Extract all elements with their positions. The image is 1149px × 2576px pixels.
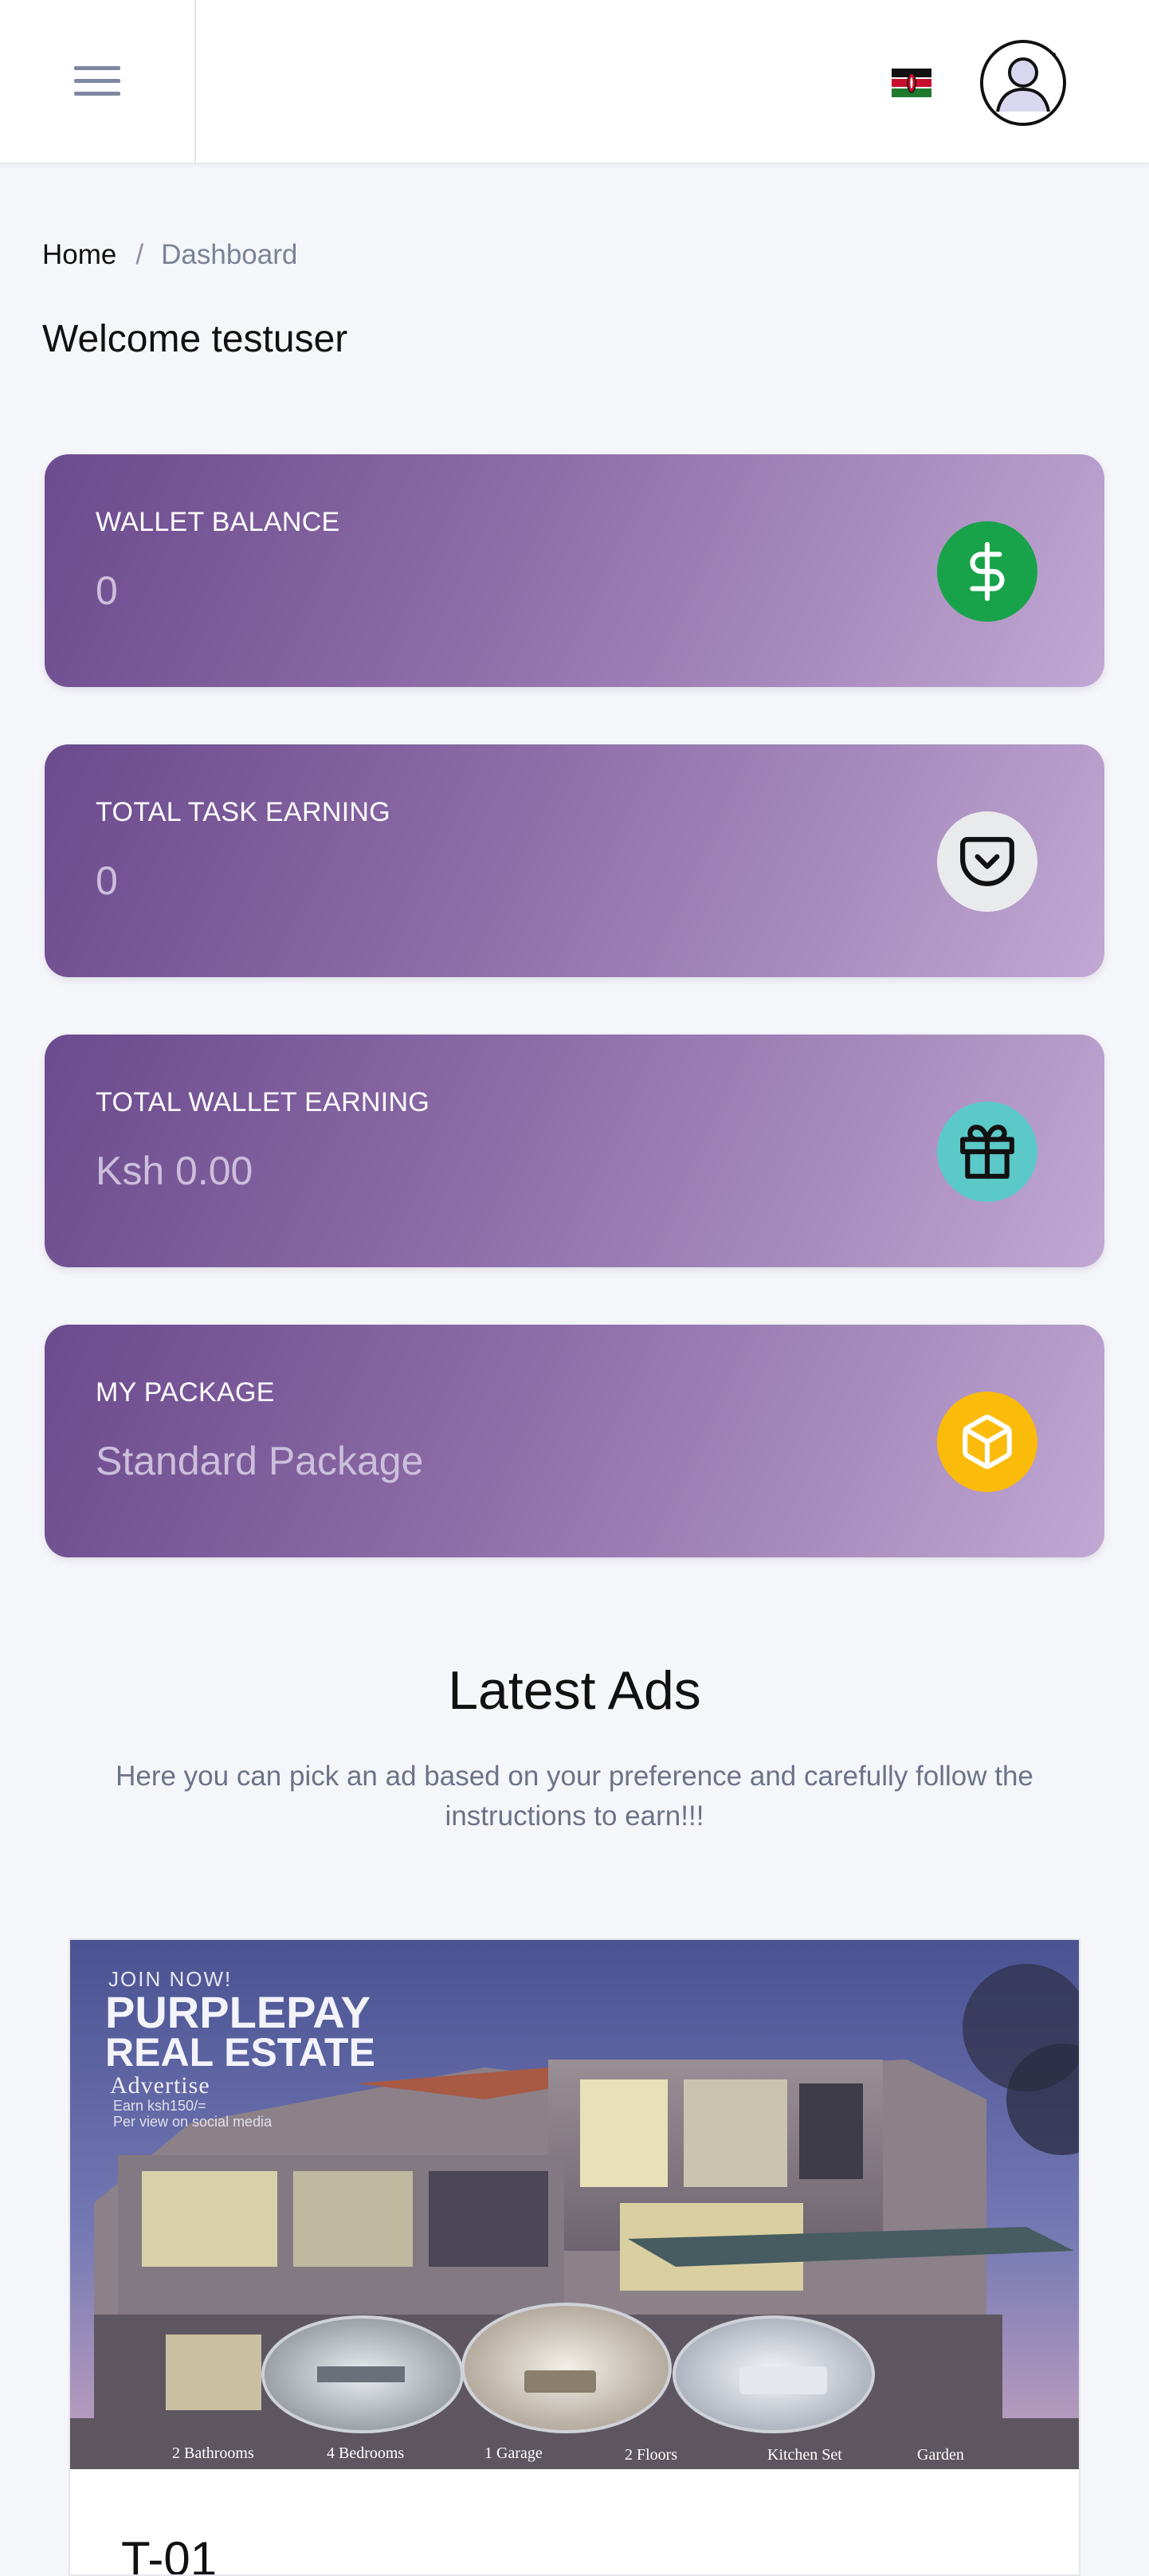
dollar-icon [937, 521, 1037, 622]
card-label: TOTAL WALLET EARNING [96, 1087, 430, 1117]
user-avatar-icon [983, 43, 1063, 123]
menu-toggle-button[interactable] [0, 0, 196, 163]
ad-banner-image: JOIN NOW! PURPLEPAY REAL ESTATE Advertis… [70, 1940, 1079, 2469]
card-label: WALLET BALANCE [96, 507, 340, 537]
online-indicator-dot [1052, 53, 1056, 57]
svg-text:2 Floors: 2 Floors [625, 2446, 677, 2464]
card-value: Ksh 0.00 [96, 1149, 253, 1193]
card-value: 0 [96, 858, 118, 903]
svg-text:4 Bedrooms: 4 Bedrooms [327, 2444, 404, 2462]
card-label: TOTAL TASK EARNING [96, 797, 391, 827]
breadcrumb-home-link[interactable]: Home [42, 239, 116, 271]
page-title: Welcome testuser [42, 318, 348, 360]
ad-title: T-01 [121, 2532, 218, 2576]
svg-text:1 Garage: 1 Garage [484, 2444, 543, 2462]
card-label: MY PACKAGE [96, 1377, 275, 1408]
card-value: Standard Package [96, 1439, 424, 1483]
gift-icon [937, 1101, 1037, 1202]
package-icon [937, 1392, 1037, 1492]
kenya-flag-icon[interactable] [892, 69, 931, 97]
top-navbar [0, 0, 1149, 164]
hamburger-menu-icon [74, 66, 120, 96]
svg-text:REAL ESTATE: REAL ESTATE [105, 2030, 375, 2075]
breadcrumb: Home / Dashboard [42, 238, 297, 273]
svg-text:Earn ksh150/=: Earn ksh150/= [113, 2098, 206, 2114]
svg-text:Kitchen Set: Kitchen Set [767, 2446, 842, 2464]
svg-text:Advertise: Advertise [110, 2072, 210, 2099]
wallet-balance-card: WALLET BALANCE 0 [45, 454, 1104, 687]
total-wallet-earning-card: TOTAL WALLET EARNING Ksh 0.00 [45, 1035, 1104, 1267]
total-task-earning-card: TOTAL TASK EARNING 0 [45, 744, 1104, 977]
card-value: 0 [96, 568, 118, 613]
latest-ads-description: Here you can pick an ad based on your pr… [116, 1761, 1033, 1832]
svg-text:Per view on social media: Per view on social media [113, 2114, 273, 2130]
breadcrumb-separator: / [135, 239, 144, 270]
breadcrumb-current: Dashboard [161, 239, 298, 270]
ad-card[interactable]: JOIN NOW! PURPLEPAY REAL ESTATE Advertis… [69, 1938, 1080, 2576]
my-package-card: MY PACKAGE Standard Package [45, 1325, 1104, 1557]
pocket-icon [937, 811, 1037, 912]
svg-text:2 Bathrooms: 2 Bathrooms [172, 2444, 254, 2462]
svg-text:Garden: Garden [917, 2446, 964, 2464]
latest-ads-heading: Latest Ads [448, 1660, 701, 1721]
